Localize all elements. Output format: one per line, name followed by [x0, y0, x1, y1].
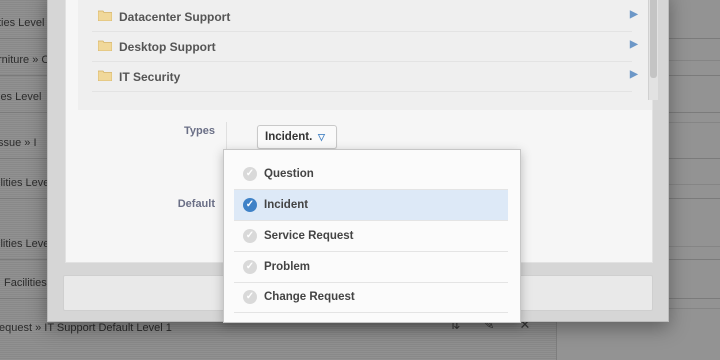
check-circle-icon: ✓ — [243, 198, 257, 212]
option-label: Change Request — [264, 291, 355, 303]
category-item[interactable]: Desktop Support ▶ — [92, 32, 638, 62]
types-label: Types — [184, 125, 215, 137]
option-label: Incident — [264, 199, 309, 211]
caret-down-icon: ▽ — [318, 132, 325, 142]
chevron-right-icon: ▶ — [630, 9, 638, 20]
category-item[interactable]: IT Security ▶ — [92, 62, 638, 92]
default-label: Default — [177, 198, 215, 210]
category-label: IT Security — [119, 70, 181, 84]
scrollbar-thumb[interactable] — [650, 0, 657, 78]
dropdown-option-question[interactable]: ✓ Question — [234, 159, 508, 190]
types-select[interactable]: Incident. ▽ — [257, 125, 337, 149]
check-circle-icon: ✓ — [243, 290, 257, 304]
option-label: Question — [264, 168, 314, 180]
check-circle-icon: ✓ — [243, 229, 257, 243]
chevron-right-icon: ▶ — [630, 69, 638, 80]
category-list: Datacenter Support ▶ Desktop Support ▶ I… — [78, 0, 658, 110]
folder-icon — [98, 70, 112, 81]
option-label: Problem — [264, 261, 311, 273]
category-label: Datacenter Support — [119, 10, 231, 24]
types-dropdown-menu: ✓ Question ✓ Incident ✓ Service Request … — [223, 149, 521, 323]
folder-icon — [98, 10, 112, 21]
category-label: Desktop Support — [119, 40, 216, 54]
category-item[interactable]: Datacenter Support ▶ — [92, 2, 638, 32]
option-label: Service Request — [264, 230, 354, 242]
folder-icon — [98, 40, 112, 51]
check-circle-icon: ✓ — [243, 260, 257, 274]
check-circle-icon: ✓ — [243, 167, 257, 181]
dropdown-option-incident[interactable]: ✓ Incident — [234, 190, 508, 221]
dropdown-option-problem[interactable]: ✓ Problem — [234, 252, 508, 283]
types-select-value: Incident. — [265, 131, 313, 143]
category-scrollbar[interactable] — [648, 0, 658, 100]
dropdown-option-change-request[interactable]: ✓ Change Request — [234, 282, 508, 313]
chevron-right-icon: ▶ — [630, 39, 638, 50]
dropdown-option-service-request[interactable]: ✓ Service Request — [234, 221, 508, 252]
